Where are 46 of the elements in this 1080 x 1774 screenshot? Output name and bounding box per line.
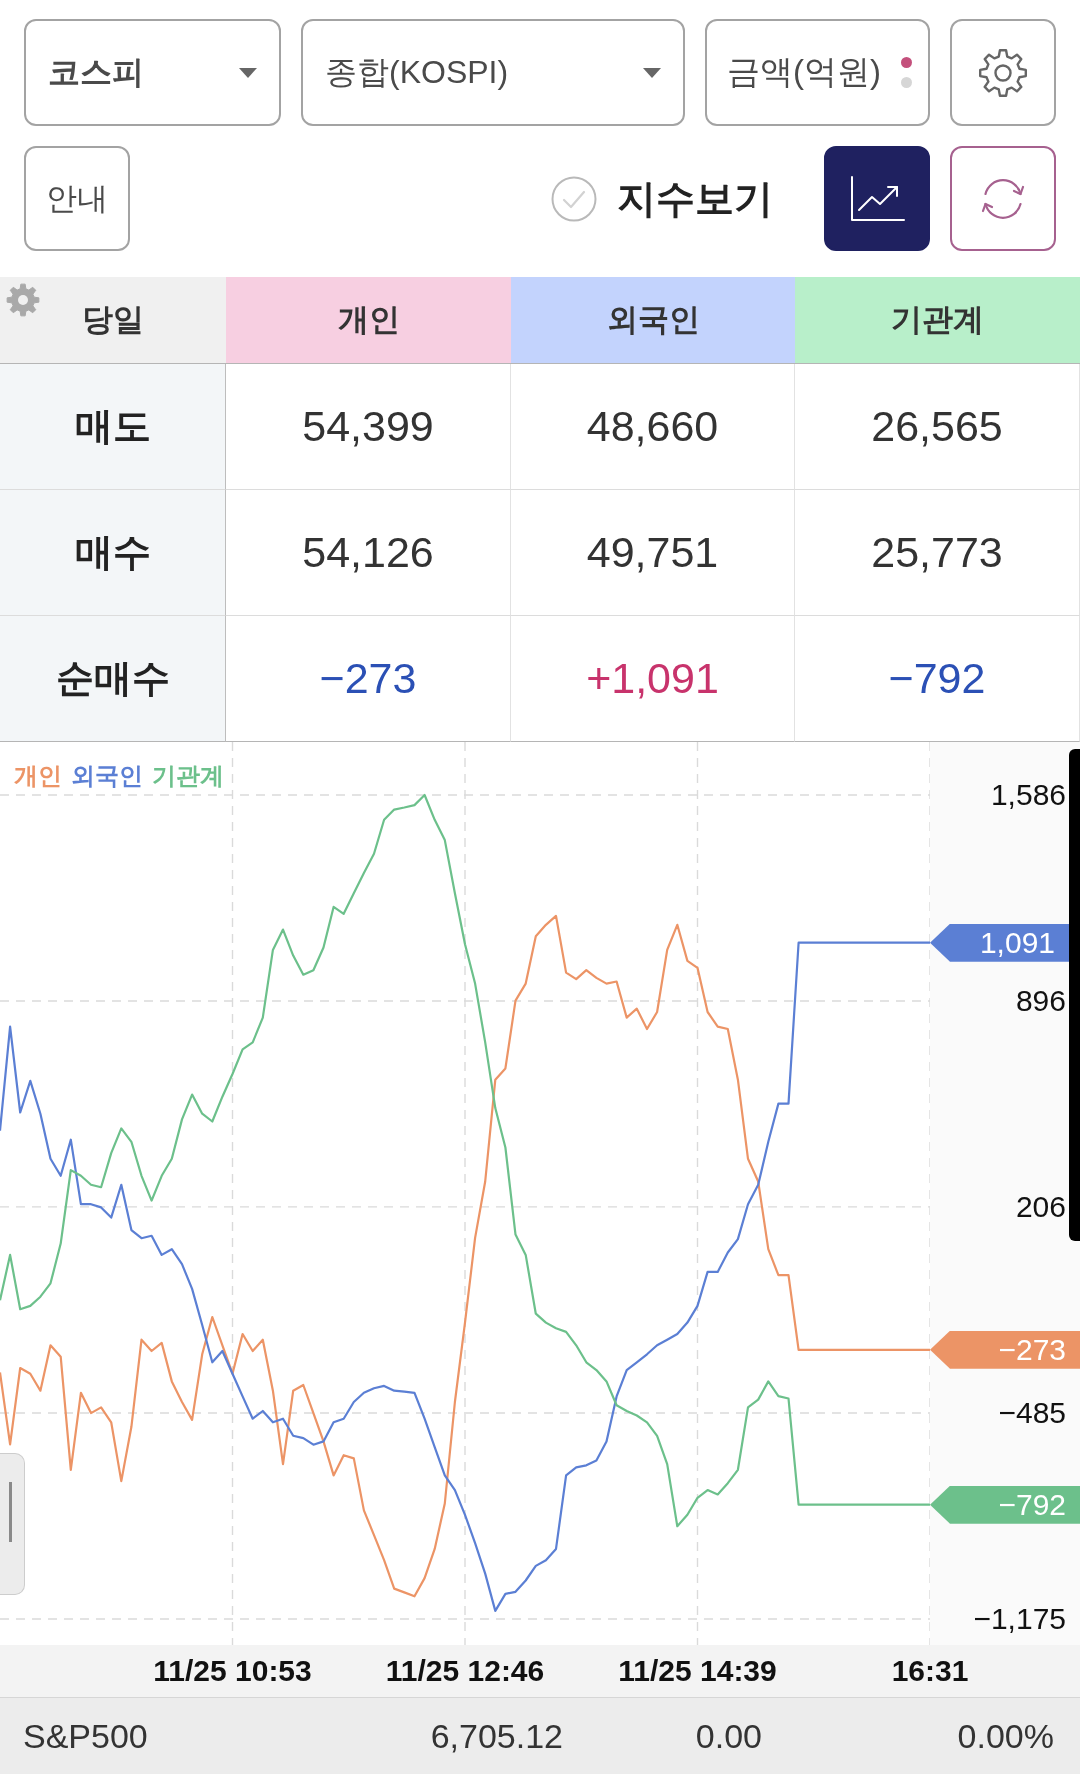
checkbox[interactable] <box>551 175 597 222</box>
chart-view-button[interactable] <box>824 146 930 251</box>
guide-button[interactable]: 안내 <box>24 146 130 251</box>
table-cell: 49,751 <box>511 490 795 616</box>
index-change-rate: 0.00% <box>956 1716 1054 1756</box>
table-cell: 26,565 <box>795 364 1080 490</box>
axis-label: 11/25 10:53 <box>153 1653 312 1689</box>
table-cell: −273 <box>226 616 511 742</box>
side-handle[interactable] <box>0 1453 25 1595</box>
unit-toggle-button[interactable]: 금액(억원) <box>705 19 930 126</box>
index-dropdown[interactable]: 종합(KOSPI) <box>301 19 685 126</box>
table-cell: +1,091 <box>511 616 795 742</box>
table-cell: 54,399 <box>226 364 511 490</box>
settings-button[interactable] <box>950 19 1056 126</box>
axis-label: −485 <box>998 1396 1066 1431</box>
axis-label: 11/25 14:39 <box>618 1653 777 1689</box>
caret-icon <box>239 67 257 78</box>
axis-label: −1,175 <box>973 1602 1066 1636</box>
legend-label: 외국인 <box>71 761 143 791</box>
row-header: 매수 <box>0 490 226 616</box>
table-cell: 25,773 <box>795 490 1080 616</box>
axis-label: 206 <box>1015 1189 1066 1224</box>
legend-label: 개인 <box>14 761 62 791</box>
axis-label: 1,586 <box>990 778 1066 812</box>
index-price: 6,705.12 <box>429 1716 563 1756</box>
column-header: 개인 <box>226 277 511 364</box>
legend-label: 기관계 <box>152 761 224 791</box>
table-cell: 48,660 <box>511 364 795 490</box>
index-name: S&P500 <box>23 1716 149 1756</box>
axis-label: 11/25 12:46 <box>385 1653 545 1689</box>
caret-icon <box>643 67 661 78</box>
checkbox-label[interactable]: 지수보기 <box>617 171 773 226</box>
row-header: 매도 <box>0 364 226 490</box>
settings-icon[interactable] <box>6 283 40 317</box>
index-change: 0.00 <box>694 1716 762 1756</box>
axis-label: 896 <box>1015 983 1066 1018</box>
column-header: 당일 <box>0 277 226 364</box>
axis-label: 16:31 <box>891 1653 969 1689</box>
market-dropdown[interactable]: 코스피 <box>24 19 281 126</box>
column-header: 기관계 <box>795 277 1080 364</box>
column-header: 외국인 <box>511 277 795 364</box>
settings-icon <box>977 46 1029 99</box>
row-header: 순매수 <box>0 616 226 742</box>
refresh-button[interactable] <box>950 146 1056 251</box>
scrollbar-thumb[interactable] <box>1069 749 1080 1241</box>
table-cell: 54,126 <box>226 490 511 616</box>
